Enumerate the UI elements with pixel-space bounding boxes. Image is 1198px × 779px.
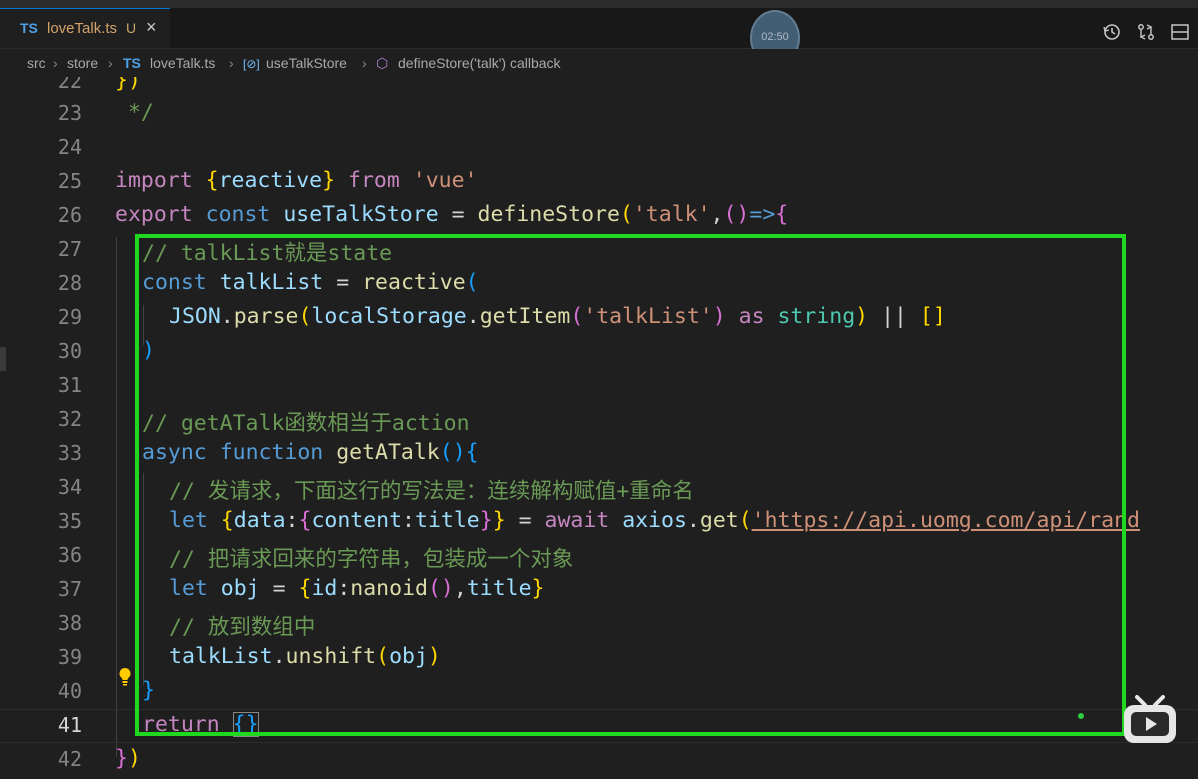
code-text: return {} xyxy=(142,712,259,737)
line-number: 33 xyxy=(57,441,82,465)
typescript-icon: TS xyxy=(20,20,38,36)
code-text: */ xyxy=(115,100,154,125)
code-text: } xyxy=(142,678,155,703)
code-text: let {data:{content:title}} = await axios… xyxy=(169,508,1140,533)
tab-bar: TS loveTalk.ts U × xyxy=(0,8,1198,49)
line-number: 26 xyxy=(57,203,82,227)
code-line: 34 // 发请求，下面这行的写法是：连续解构赋值+重命名 xyxy=(0,471,1198,505)
line-number: 32 xyxy=(57,407,82,431)
line-number: 36 xyxy=(57,543,82,567)
line-number: 24 xyxy=(57,135,82,159)
breadcrumb: src › store › TS loveTalk.ts › [⊘] useTa… xyxy=(0,49,1198,77)
close-icon[interactable]: × xyxy=(146,17,157,38)
variable-symbol-icon: [⊘] xyxy=(243,57,260,71)
line-number: 37 xyxy=(57,577,82,601)
line-number: 39 xyxy=(57,645,82,669)
code-text: JSON.parse(localStorage.getItem('talkLis… xyxy=(169,304,946,329)
line-number: 27 xyxy=(57,237,82,261)
code-line: 30 ) xyxy=(0,335,1198,369)
tab-lovetalk[interactable]: TS loveTalk.ts U × xyxy=(0,8,170,48)
code-text: }) xyxy=(115,746,141,771)
code-text: talkList.unshift(obj) xyxy=(169,644,441,669)
code-line: 23 */ xyxy=(0,97,1198,131)
code-line: 36 // 把请求回来的字符串，包装成一个对象 xyxy=(0,539,1198,573)
line-number: 34 xyxy=(57,475,82,499)
lightbulb-icon[interactable] xyxy=(118,667,132,687)
code-text: import {reactive} from 'vue' xyxy=(115,168,478,193)
code-line: 31 xyxy=(0,369,1198,403)
chevron-right-icon: › xyxy=(108,55,113,71)
breadcrumb-src[interactable]: src xyxy=(27,55,46,71)
tab-label: loveTalk.ts xyxy=(47,20,118,37)
line-number: 22 xyxy=(57,77,82,93)
code-line: 37 let obj = {id:nanoid(),title} xyxy=(0,573,1198,607)
line-number: 35 xyxy=(57,509,82,533)
line-number: 38 xyxy=(57,611,82,635)
code-editor[interactable]: 22 }) 23 */ 24 25 import {reactive} from… xyxy=(0,77,1198,779)
breadcrumb-store[interactable]: store xyxy=(67,55,98,71)
split-editor-icon[interactable] xyxy=(1170,22,1190,47)
line-number: 30 xyxy=(57,339,82,363)
line-number: 23 xyxy=(57,101,82,125)
typescript-icon: TS xyxy=(123,55,141,71)
compare-changes-icon[interactable] xyxy=(1136,22,1156,47)
code-line: 28 const talkList = reactive( xyxy=(0,267,1198,301)
code-line: 35 let {data:{content:title}} = await ax… xyxy=(0,505,1198,539)
code-line: 24 xyxy=(0,131,1198,165)
code-comment: // 放到数组中 xyxy=(169,615,316,640)
chevron-right-icon: › xyxy=(229,55,234,71)
code-line: 39 talkList.unshift(obj) xyxy=(0,641,1198,675)
line-number: 25 xyxy=(57,169,82,193)
editor-actions xyxy=(1102,22,1190,47)
code-comment: // 发请求，下面这行的写法是：连续解构赋值+重命名 xyxy=(169,479,694,504)
breadcrumb-file[interactable]: loveTalk.ts xyxy=(150,55,215,71)
code-line: 32 // getATalk函数相当于action xyxy=(0,403,1198,437)
chevron-right-icon: › xyxy=(362,55,367,71)
line-number: 42 xyxy=(57,747,82,771)
code-comment: // 把请求回来的字符串，包装成一个对象 xyxy=(169,547,574,572)
code-line: 40 } xyxy=(0,675,1198,709)
code-text: const talkList = reactive( xyxy=(142,270,479,295)
code-text: async function getATalk(){ xyxy=(142,440,479,465)
line-number: 28 xyxy=(57,271,82,295)
title-strip xyxy=(0,0,1198,8)
code-text: }) xyxy=(115,77,141,93)
line-number: 40 xyxy=(57,679,82,703)
line-number: 41 xyxy=(57,713,82,737)
code-text: export const useTalkStore = defineStore(… xyxy=(115,202,789,227)
status-dot xyxy=(1078,713,1084,719)
code-line: 26 export const useTalkStore = defineSto… xyxy=(0,199,1198,233)
breadcrumb-callback[interactable]: defineStore('talk') callback xyxy=(398,55,561,71)
untracked-badge: U xyxy=(126,20,137,36)
code-line: 29 JSON.parse(localStorage.getItem('talk… xyxy=(0,301,1198,335)
code-line: 25 import {reactive} from 'vue' xyxy=(0,165,1198,199)
timeline-icon[interactable] xyxy=(1102,22,1122,47)
code-line-active: 41 return {} xyxy=(0,709,1198,743)
line-number: 29 xyxy=(57,305,82,329)
code-text: let obj = {id:nanoid(),title} xyxy=(169,576,545,601)
code-line: 38 // 放到数组中 xyxy=(0,607,1198,641)
code-line: 22 }) xyxy=(0,77,1198,99)
code-line: 42 }) xyxy=(0,743,1198,777)
line-number: 31 xyxy=(57,373,82,397)
code-comment: // getATalk函数相当于action xyxy=(142,411,470,436)
code-line: 33 async function getATalk(){ xyxy=(0,437,1198,471)
code-comment: // talkList就是state xyxy=(142,241,393,266)
bilibili-icon[interactable] xyxy=(1121,691,1179,747)
breadcrumb-symbol[interactable]: useTalkStore xyxy=(266,55,347,71)
chevron-right-icon: › xyxy=(53,55,58,71)
method-cube-icon: ⬡ xyxy=(376,55,389,71)
code-text: ) xyxy=(142,338,155,363)
code-line: 27 // talkList就是state xyxy=(0,233,1198,267)
